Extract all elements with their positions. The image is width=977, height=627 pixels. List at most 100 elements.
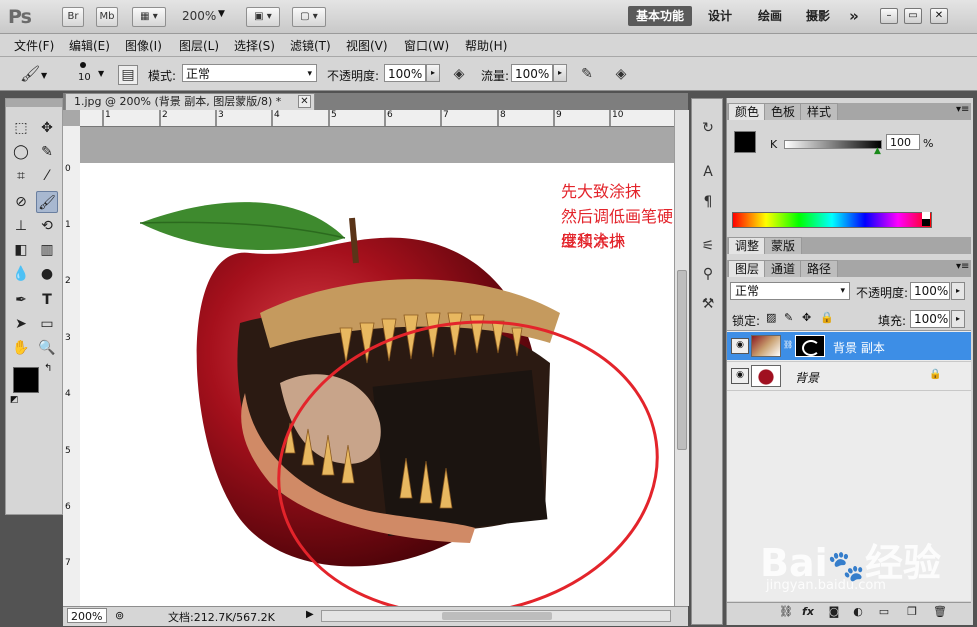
delete-layer-icon[interactable]: 🗑	[932, 604, 948, 620]
status-menu-arrow-icon[interactable]: ▶	[306, 609, 314, 620]
airbrush-icon[interactable]: ✎	[578, 65, 596, 83]
opacity-slider-button[interactable]: ▸	[426, 64, 440, 82]
paragraph-panel-icon[interactable]: ¶	[699, 193, 717, 211]
shape-tool-icon[interactable]: ▭	[36, 313, 58, 335]
brush-presets-panel-icon[interactable]: ⚟	[699, 237, 717, 255]
tab-swatches[interactable]: 色板	[764, 103, 803, 120]
image-canvas[interactable]: 先大致涂抹 然后调低画笔硬度和大小 继续涂抹	[80, 163, 674, 606]
layer-row-background[interactable]: ◉ 背景 🔒	[727, 361, 971, 391]
character-panel-icon[interactable]: A	[699, 163, 717, 181]
screen-mode-button[interactable]: ▢ ▾	[292, 7, 326, 27]
flow-slider-button[interactable]: ▸	[553, 64, 567, 82]
adjustment-layer-icon[interactable]: ◐	[850, 604, 866, 620]
opacity-input[interactable]: 100%	[384, 64, 426, 82]
panel-menu-icon[interactable]: ▾≡	[956, 104, 969, 115]
blur-tool-icon[interactable]: 💧	[10, 263, 32, 285]
menu-file[interactable]: 文件(F)	[14, 37, 54, 54]
zoom-tool-icon[interactable]: 🔍	[36, 337, 58, 359]
foreground-color-swatch[interactable]	[13, 367, 39, 393]
close-tab-icon[interactable]: ✕	[298, 95, 311, 108]
quick-selection-tool-icon[interactable]: ✎	[36, 141, 58, 163]
workspace-photography[interactable]: 摄影	[800, 6, 836, 26]
flow-input[interactable]: 100%	[511, 64, 553, 82]
layers-panel-menu-icon[interactable]: ▾≡	[956, 261, 969, 272]
healing-brush-tool-icon[interactable]: ⊘	[10, 191, 32, 213]
fill-input[interactable]: 100%	[910, 310, 950, 328]
menu-layer[interactable]: 图层(L)	[179, 37, 219, 54]
history-brush-tool-icon[interactable]: ⟲	[36, 215, 58, 237]
spectrum-white-chip[interactable]	[922, 212, 930, 219]
blend-mode-select[interactable]: 正常 ▾	[730, 282, 850, 300]
horizontal-scrollbar[interactable]	[321, 610, 671, 622]
workspace-design[interactable]: 设计	[702, 6, 738, 26]
mode-select[interactable]: 正常 ▾	[182, 64, 317, 82]
tab-channels[interactable]: 通道	[764, 260, 803, 277]
menu-image[interactable]: 图像(I)	[125, 37, 162, 54]
menu-help[interactable]: 帮助(H)	[465, 37, 507, 54]
spectrum-black-chip[interactable]	[922, 219, 930, 226]
tab-paths[interactable]: 路径	[800, 260, 839, 277]
k-slider-track[interactable]	[784, 140, 882, 149]
type-tool-icon[interactable]: T	[36, 289, 58, 311]
tab-masks[interactable]: 蒙版	[764, 237, 803, 254]
workspace-painting[interactable]: 绘画	[752, 6, 788, 26]
tab-color[interactable]: 颜色	[728, 103, 767, 120]
eye-icon[interactable]: ◉	[731, 338, 749, 354]
menu-filter[interactable]: 滤镜(T)	[290, 37, 331, 54]
eyedropper-tool-icon[interactable]: ⁄	[36, 165, 58, 187]
tool-presets-panel-icon[interactable]: ⚒	[699, 295, 717, 313]
pressure-size-icon[interactable]: ◈	[612, 65, 630, 83]
bridge-button[interactable]: Br	[62, 7, 84, 27]
path-selection-tool-icon[interactable]: ➤	[10, 313, 32, 335]
layer-style-icon[interactable]: fx	[800, 604, 816, 620]
lock-transparent-icon[interactable]: ▨	[766, 311, 776, 324]
close-button[interactable]: ✕	[930, 8, 948, 24]
zoom-dropdown-icon[interactable]: ▼	[218, 9, 225, 19]
brush-preset-icon[interactable]: 🖌	[20, 65, 40, 83]
tab-layers[interactable]: 图层	[728, 260, 767, 277]
history-panel-icon[interactable]: ↻	[699, 119, 717, 137]
tab-adjustments[interactable]: 调整	[728, 237, 767, 254]
more-workspaces-button[interactable]: »	[844, 6, 864, 26]
add-mask-icon[interactable]: ◙	[826, 604, 842, 620]
maximize-button[interactable]: ▭	[904, 8, 922, 24]
status-zoom-field[interactable]: 200%	[67, 608, 107, 623]
horizontal-scroll-thumb[interactable]	[442, 612, 552, 620]
eraser-tool-icon[interactable]: ◧	[10, 239, 32, 261]
brush-tip-icon[interactable]	[80, 62, 86, 68]
vertical-scrollbar[interactable]	[674, 110, 689, 606]
brush-panel-icon[interactable]: ▤	[118, 65, 138, 85]
menu-select[interactable]: 选择(S)	[234, 37, 275, 54]
minimize-button[interactable]: –	[880, 8, 898, 24]
workspace-essentials[interactable]: 基本功能	[628, 6, 692, 26]
k-slider-thumb-icon[interactable]: ▲	[874, 146, 881, 156]
layer-row-background-copy[interactable]: ◉ ⛓ 背景 副本	[727, 332, 971, 360]
swap-colors-icon[interactable]: ↰	[44, 363, 52, 374]
minibridge-button[interactable]: Mb	[96, 7, 118, 27]
tab-styles[interactable]: 样式	[800, 103, 839, 120]
dodge-tool-icon[interactable]: ●	[36, 263, 58, 285]
color-foreground-swatch[interactable]	[734, 131, 756, 153]
color-spectrum-ramp[interactable]	[732, 212, 932, 228]
scroll-thumb[interactable]	[677, 270, 687, 450]
crop-tool-icon[interactable]: ⌗	[10, 165, 32, 187]
gradient-tool-icon[interactable]: ▥	[36, 239, 58, 261]
link-layers-icon[interactable]: ⛓	[778, 604, 794, 620]
layer-opacity-slider-button[interactable]: ▸	[951, 282, 965, 300]
lock-image-icon[interactable]: ✎	[784, 311, 793, 324]
document-tab[interactable]: 1.jpg @ 200% (背景 副本, 图层蒙版/8) * ✕	[65, 93, 315, 110]
lock-position-icon[interactable]: ✥	[802, 311, 811, 324]
preset-dropdown-icon[interactable]: ▼	[41, 71, 47, 80]
fill-slider-button[interactable]: ▸	[951, 310, 965, 328]
menu-view[interactable]: 视图(V)	[346, 37, 388, 54]
pen-tool-icon[interactable]: ✒	[10, 289, 32, 311]
lasso-tool-icon[interactable]: ◯	[10, 141, 32, 163]
clone-source-panel-icon[interactable]: ⚲	[699, 265, 717, 283]
brush-size[interactable]: 10	[78, 72, 91, 83]
brush-picker-dropdown-icon[interactable]: ▼	[98, 69, 104, 78]
default-colors-icon[interactable]: ◩	[10, 395, 19, 405]
hand-tool-icon[interactable]: ✋	[10, 337, 32, 359]
move-tool-icon[interactable]: ✥	[36, 117, 58, 139]
link-icon[interactable]: ⛓	[783, 340, 793, 349]
arrange-documents-button[interactable]: ▣ ▾	[246, 7, 280, 27]
